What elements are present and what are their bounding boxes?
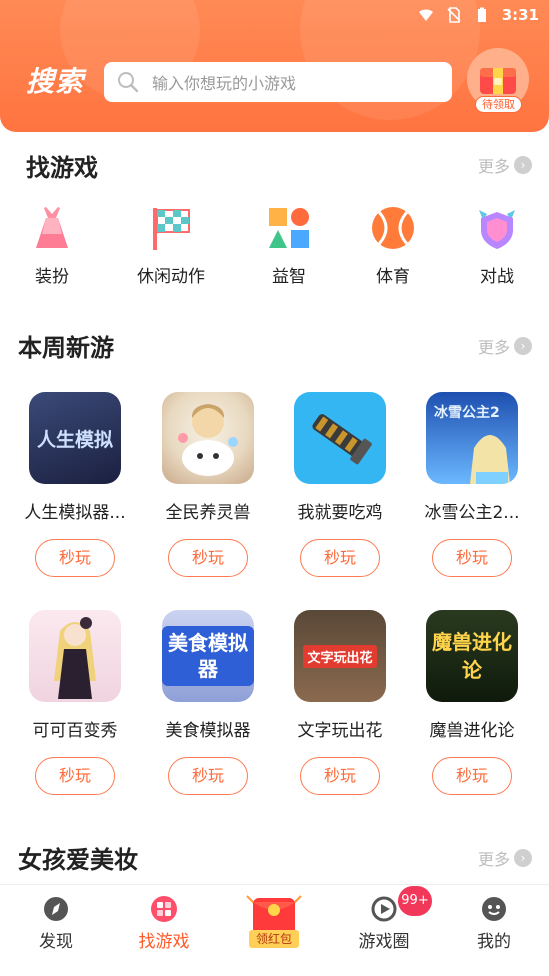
ball-icon [372, 207, 414, 249]
category-battle[interactable]: 对战 [452, 204, 542, 287]
gift-label: 待领取 [475, 96, 522, 113]
chevron-right-icon: › [514, 337, 533, 355]
chevron-right-icon: › [514, 849, 533, 867]
shield-icon [479, 210, 515, 249]
search-placeholder: 输入你想玩的小游戏 [152, 74, 297, 93]
nav-discover[interactable]: 发现 [6, 895, 106, 952]
category-dress-up[interactable]: 装扮 [7, 204, 97, 287]
play-button[interactable]: 秒玩 [432, 757, 512, 795]
profile-icon [482, 897, 506, 921]
nav-label: 我的 [477, 932, 511, 952]
find-games-title: 找游戏 [26, 154, 98, 182]
nav-me[interactable]: 我的 [444, 895, 544, 952]
game-name: 文字玩出花 [297, 721, 383, 741]
compass-icon [44, 897, 68, 921]
game-name: 魔兽进化论 [429, 721, 515, 741]
status-bar: 3:31 [418, 4, 539, 26]
find-games-icon [151, 896, 177, 922]
girls-makeup-title: 女孩爱美妆 [18, 846, 138, 874]
game-card[interactable]: 可可百变秀 秒玩 [9, 610, 141, 795]
notification-badge: 99+ [398, 886, 432, 916]
thumbnail-text: 美食模拟器 [162, 626, 254, 686]
category-casual-action[interactable]: 休闲动作 [126, 204, 216, 287]
weekly-new-title: 本周新游 [18, 334, 114, 362]
thumbnail-text: 文字玩出花 [303, 644, 377, 668]
gift-chest-icon [480, 68, 516, 94]
game-thumbnail: 美食模拟器 [162, 610, 254, 702]
battery-icon [477, 7, 486, 22]
play-button[interactable]: 秒玩 [300, 757, 380, 795]
nav-label: 发现 [39, 932, 73, 952]
creature-illustration [178, 404, 238, 476]
game-card[interactable]: 魔兽进化论 魔兽进化论 秒玩 [406, 610, 538, 795]
thumbnail-text: 人生模拟 [36, 428, 113, 451]
category-sports[interactable]: 体育 [348, 204, 438, 287]
search-icon [118, 72, 139, 93]
game-name: 冰雪公主2... [424, 503, 520, 523]
thumbnail-text: 冰雪公主2 [434, 405, 500, 421]
wifi-icon [418, 9, 433, 21]
search-title: 搜索 [26, 65, 85, 98]
game-card[interactable]: 人生模拟 人生模拟器... 秒玩 [9, 392, 141, 577]
game-thumbnail: 魔兽进化论 [426, 610, 518, 702]
red-packet-label[interactable]: 领红包 [249, 930, 299, 948]
nav-label: 游戏圈 [358, 932, 410, 952]
gun-illustration [312, 414, 372, 465]
shapes-icon [269, 208, 309, 248]
game-name: 可可百变秀 [32, 721, 118, 741]
category-label: 休闲动作 [137, 267, 205, 287]
game-thumbnail: 人生模拟 [29, 392, 121, 484]
more-label: 更多 [478, 157, 511, 176]
status-time: 3:31 [501, 6, 539, 24]
game-card[interactable]: 文字玩出花 文字玩出花 秒玩 [274, 610, 406, 795]
game-thumbnail: 文字玩出花 [294, 610, 386, 702]
weekly-new-more[interactable]: 更多 › [478, 334, 533, 358]
dress-icon [36, 207, 68, 248]
doll-illustration [54, 617, 96, 699]
search-input[interactable]: 输入你想玩的小游戏 [104, 62, 452, 102]
category-label: 体育 [376, 267, 410, 287]
more-label: 更多 [478, 850, 511, 869]
more-label: 更多 [478, 338, 511, 357]
play-button[interactable]: 秒玩 [168, 539, 248, 577]
game-card[interactable]: 全民养灵兽 秒玩 [142, 392, 274, 577]
game-card[interactable]: 我就要吃鸡 秒玩 [274, 392, 406, 577]
game-circle-icon [371, 896, 397, 922]
nav-find-games[interactable]: 找游戏 [114, 895, 214, 952]
game-card[interactable]: 美食模拟器 美食模拟器 秒玩 [142, 610, 274, 795]
game-name: 美食模拟器 [165, 721, 251, 741]
no-sim-icon [447, 7, 461, 23]
game-thumbnail: 冰雪公主2 [426, 392, 518, 484]
game-name: 我就要吃鸡 [297, 503, 383, 523]
game-card[interactable]: 冰雪公主2 冰雪公主2... 秒玩 [406, 392, 538, 577]
flag-icon [153, 208, 190, 250]
game-name: 人生模拟器... [24, 503, 126, 523]
play-button[interactable]: 秒玩 [432, 539, 512, 577]
game-thumbnail [162, 392, 254, 484]
category-label: 对战 [480, 267, 514, 287]
thumbnail-text: 魔兽进化论 [432, 630, 512, 682]
nav-label: 找游戏 [138, 932, 190, 952]
category-puzzle[interactable]: 益智 [244, 204, 334, 287]
category-label: 装扮 [35, 267, 69, 287]
play-button[interactable]: 秒玩 [300, 539, 380, 577]
find-games-more[interactable]: 更多 › [478, 153, 533, 177]
game-thumbnail [294, 392, 386, 484]
play-button[interactable]: 秒玩 [168, 757, 248, 795]
game-name: 全民养灵兽 [165, 503, 251, 523]
play-button[interactable]: 秒玩 [35, 757, 115, 795]
play-button[interactable]: 秒玩 [35, 539, 115, 577]
chevron-right-icon: › [514, 156, 533, 174]
game-thumbnail [29, 610, 121, 702]
girls-makeup-more[interactable]: 更多 › [478, 846, 533, 870]
header: 3:31 搜索 输入你想玩的小游戏 [0, 0, 549, 132]
category-label: 益智 [272, 267, 306, 287]
